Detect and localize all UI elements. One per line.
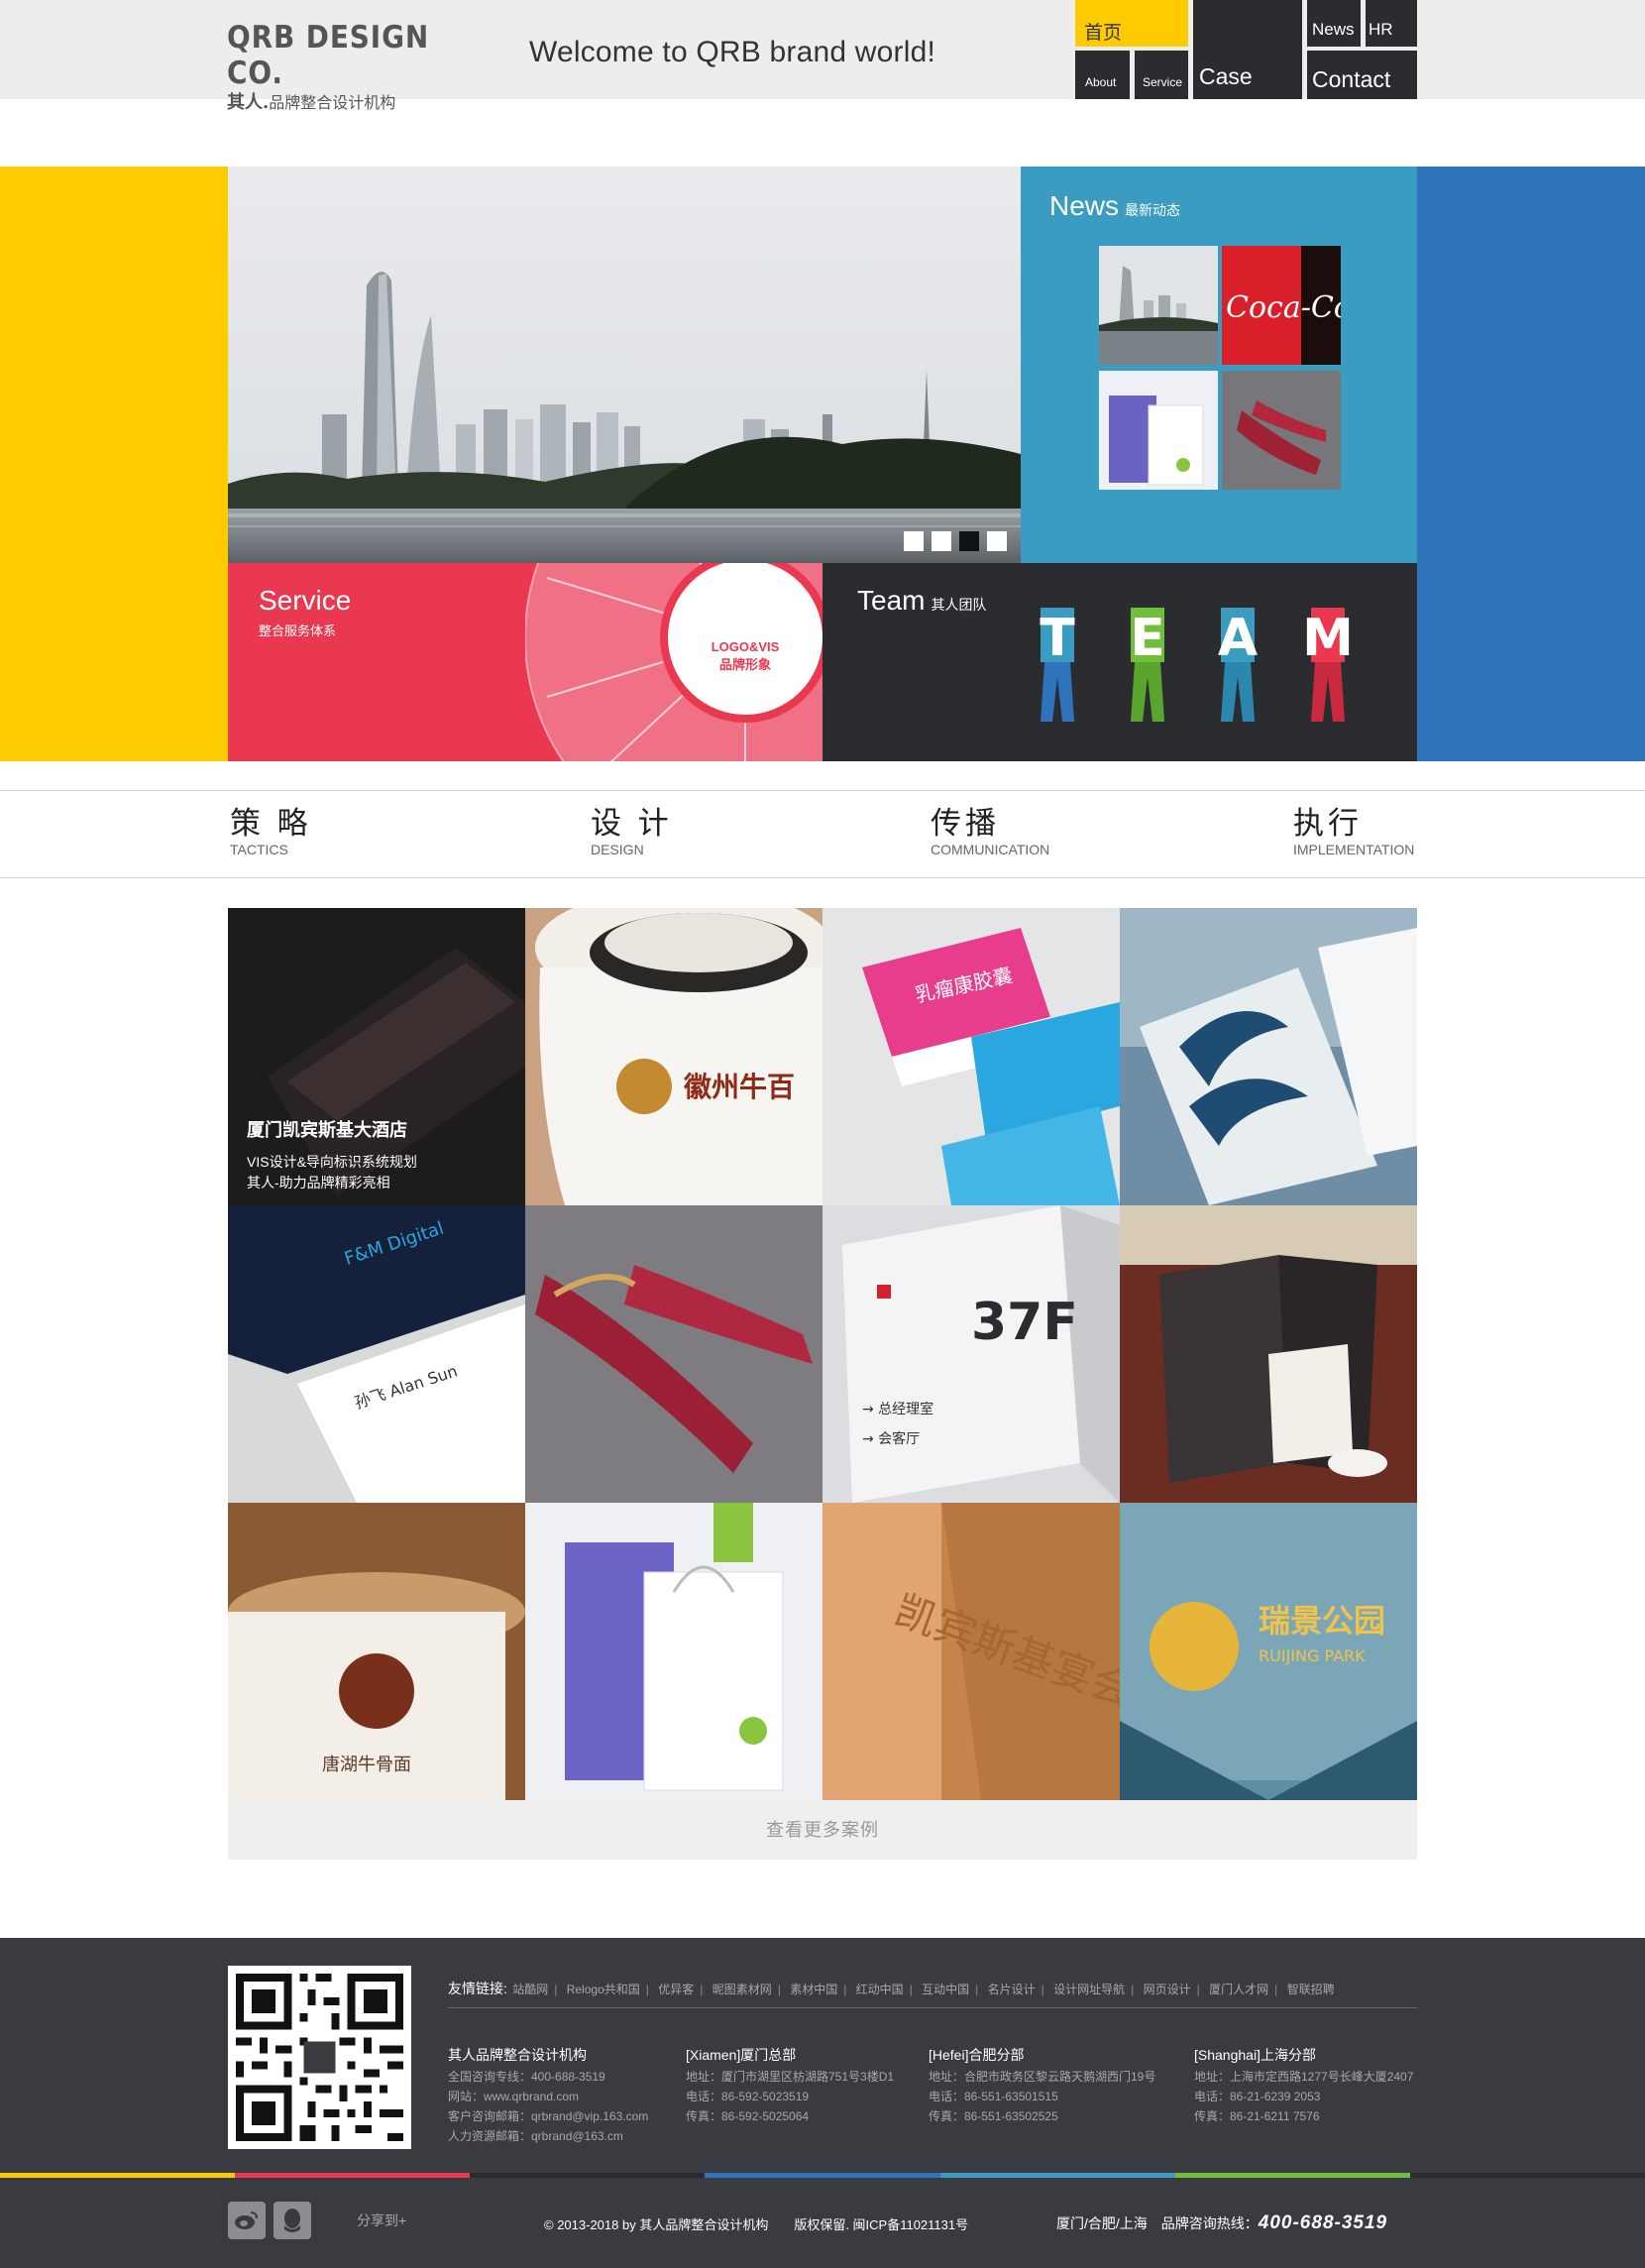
side-band-blue: [1417, 167, 1645, 761]
slider-dot[interactable]: [932, 531, 951, 551]
news-thumb-shoes[interactable]: [1222, 371, 1341, 490]
friend-link[interactable]: 厦门人才网: [1209, 1983, 1268, 1996]
strategy-communication[interactable]: 传播 COMMUNICATION: [931, 807, 1049, 858]
nav-hr[interactable]: HR: [1366, 0, 1417, 47]
service-subtitle: 整合服务体系: [259, 624, 337, 638]
news-tile[interactable]: News 最新动态 Coca-Co: [1021, 167, 1417, 563]
service-center-label: LOGO&VIS 品牌形象: [711, 639, 780, 672]
case-tile-shopping-bags[interactable]: [525, 1503, 822, 1800]
friend-link[interactable]: 素材中国: [790, 1983, 837, 1996]
svg-text:徽州牛百: 徽州牛百: [683, 1071, 795, 1103]
footer-color-strip: [0, 2173, 1645, 2178]
site-footer: 友情链接: 站酷网 | Relogo共和国 | 优异客 | 昵图素材网 | 素材中国 | …: [0, 1938, 1645, 2268]
office-xiamen-info: [Xiamen]厦门总部 地址：厦门市湖里区枋湖路751号3楼D1 电话：86-…: [686, 2047, 895, 2123]
svg-text:→ 总经理室: → 总经理室: [862, 1401, 933, 1418]
logo-wordmark: QRB DESIGN CO.: [227, 20, 430, 91]
news-thumb-cocacola[interactable]: Coca-Co: [1222, 246, 1341, 365]
nav-home[interactable]: 首页: [1075, 0, 1188, 47]
case-tile-noodle-cup[interactable]: 徽州牛百: [525, 908, 822, 1205]
team-letter-t: T: [1040, 609, 1075, 668]
case-featured-line1: VIS设计&导向标识系统规划: [247, 1154, 417, 1170]
strategy-tactics[interactable]: 策 略 TACTICS: [230, 807, 312, 858]
case-tile-brochure[interactable]: [1120, 908, 1417, 1205]
friend-links-label: 友情链接:: [448, 1981, 507, 1996]
friend-links: 友情链接: 站酷网 | Relogo共和国 | 优异客 | 昵图素材网 | 素材中国 | …: [448, 1979, 1417, 2008]
svg-text:唐湖牛骨面: 唐湖牛骨面: [322, 1755, 411, 1775]
case-featured-title: 厦门凯宾斯基大酒店: [247, 1120, 407, 1140]
case-tile-business-card[interactable]: F&M Digital 孙飞 Alan Sun: [228, 1205, 525, 1503]
qr-code: [228, 1966, 411, 2149]
service-title: Service: [259, 585, 352, 616]
friend-link[interactable]: 优异客: [658, 1983, 694, 1996]
case-tile-kempinski[interactable]: 厦门凯宾斯基大酒店 VIS设计&导向标识系统规划 其人-助力品牌精彩亮相: [228, 908, 525, 1205]
case-tile-wood-sign[interactable]: 凯宾斯基宴会厅: [822, 1503, 1120, 1800]
friend-link[interactable]: 网页设计: [1144, 1983, 1191, 1996]
hotline-number: 400-688-3519: [1258, 2212, 1388, 2233]
news-thumbnails: Coca-Co: [1099, 246, 1341, 490]
friend-link[interactable]: 名片设计: [988, 1983, 1036, 1996]
copyright-text: © 2013-2018 by 其人品牌整合设计机构 版权保留. 闽ICP备110…: [544, 2217, 969, 2232]
hero-slider[interactable]: [228, 167, 1021, 563]
office-shanghai-info: [Shanghai]上海分部 地址：上海市定西路1277号长峰大厦2407 电话…: [1194, 2047, 1414, 2123]
logo-tagline: 其人.品牌整合设计机构: [227, 92, 396, 113]
hotline-info: 厦门/合肥/上海 品牌咨询热线：400-688-3519: [1056, 2212, 1388, 2233]
friend-link[interactable]: 昵图素材网: [713, 1983, 772, 1996]
welcome-headline: Welcome to QRB brand world!: [529, 36, 936, 68]
case-tile-ruijing-park[interactable]: 瑞景公园 RUIJING PARK: [1120, 1503, 1417, 1800]
share-label[interactable]: 分享到+: [357, 2211, 406, 2230]
slider-dot[interactable]: [904, 531, 924, 551]
nav-about[interactable]: About: [1075, 51, 1130, 99]
team-letter-a: A: [1218, 609, 1258, 668]
news-thumb-bags[interactable]: [1099, 371, 1218, 490]
case-tile-noodle-jar[interactable]: 唐湖牛骨面: [228, 1503, 525, 1800]
friend-link[interactable]: 智联招聘: [1287, 1983, 1335, 1996]
side-band-yellow: [0, 167, 228, 761]
friend-link[interactable]: 互动中国: [922, 1983, 969, 1996]
svg-text:37F: 37F: [971, 1293, 1078, 1352]
team-letter-m: M: [1302, 609, 1354, 668]
slider-dot[interactable]: [959, 531, 979, 551]
nav-contact[interactable]: Contact: [1307, 51, 1417, 99]
friend-link[interactable]: Relogo共和国: [567, 1983, 640, 1996]
slider-dot[interactable]: [987, 531, 1007, 551]
service-tile[interactable]: Service 整合服务体系 LOGO&VIS 品牌形象: [228, 563, 822, 761]
hero-cityscape-image: [228, 167, 1021, 563]
svg-text:RUIJING PARK: RUIJING PARK: [1259, 1646, 1366, 1665]
case-tile-medicine-box[interactable]: 乳瘤康胶囊: [822, 908, 1120, 1205]
case-tile-red-shoes[interactable]: [525, 1205, 822, 1503]
weibo-icon[interactable]: [228, 2202, 266, 2239]
news-thumb-city[interactable]: [1099, 246, 1218, 365]
friend-link[interactable]: 红动中国: [856, 1983, 904, 1996]
svg-text:→ 会客厅: → 会客厅: [862, 1430, 920, 1447]
view-more-cases-button[interactable]: 查看更多案例: [228, 1800, 1417, 1860]
case-tile-signage[interactable]: 37F → 总经理室 → 会客厅: [822, 1205, 1120, 1503]
case-tile-tea-package[interactable]: [1120, 1205, 1417, 1503]
case-grid: 厦门凯宾斯基大酒店 VIS设计&导向标识系统规划 其人-助力品牌精彩亮相 徽州牛…: [228, 908, 1417, 1800]
office-hq-info: 其人品牌整合设计机构 全国咨询专线：400-688-3519 网站：www.qr…: [448, 2047, 649, 2143]
team-figures-graphic: T E A M: [1040, 608, 1354, 722]
svg-text:Coca-Co: Coca-Co: [1226, 290, 1341, 325]
nav-service[interactable]: Service: [1135, 51, 1188, 99]
slider-pagination: [904, 531, 1007, 551]
nav-case[interactable]: Case: [1193, 0, 1302, 99]
case-featured-caption: 厦门凯宾斯基大酒店 VIS设计&导向标识系统规划 其人-助力品牌精彩亮相: [247, 1116, 417, 1193]
friend-link[interactable]: 设计网址导航: [1053, 1983, 1125, 1996]
site-header: QRB DESIGN CO. 其人.品牌整合设计机构 Welcome to QR…: [0, 0, 1645, 113]
share-bar: 分享到+: [228, 2202, 406, 2239]
site-logo[interactable]: QRB DESIGN CO. 其人.品牌整合设计机构: [227, 20, 455, 114]
strategy-design[interactable]: 设 计 DESIGN: [591, 807, 673, 858]
strategy-implementation[interactable]: 执行 IMPLEMENTATION: [1293, 807, 1414, 858]
strategy-row: 策 略 TACTICS 设 计 DESIGN 传播 COMMUNICATION 执行 I…: [0, 790, 1645, 878]
news-title: News 最新动态: [1049, 190, 1181, 221]
office-hefei-info: [Hefei]合肥分部 地址：合肥市政务区黎云路天鹅湖西门19号 电话：86-5…: [929, 2047, 1156, 2123]
nav-news[interactable]: News: [1307, 0, 1361, 47]
team-letter-e: E: [1130, 609, 1165, 668]
friend-link[interactable]: 站酷网: [512, 1983, 548, 1996]
case-featured-line2: 其人-助力品牌精彩亮相: [247, 1175, 390, 1191]
svg-text:瑞景公园: 瑞景公园: [1259, 1602, 1385, 1640]
team-tile[interactable]: Team 其人团队 T E A M: [822, 563, 1417, 761]
team-title: Team 其人团队: [857, 585, 987, 616]
qq-icon[interactable]: [274, 2202, 311, 2239]
